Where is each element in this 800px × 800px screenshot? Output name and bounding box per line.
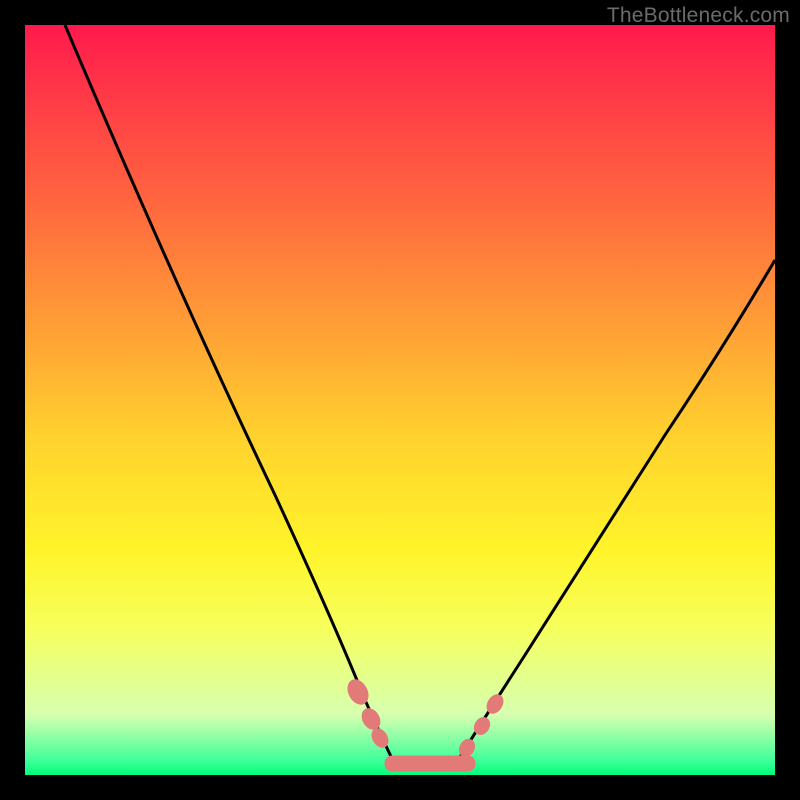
- outer-frame: TheBottleneck.com: [0, 0, 800, 800]
- watermark-text: TheBottleneck.com: [607, 4, 790, 28]
- chart-svg: [25, 25, 775, 775]
- right-curve: [455, 260, 775, 765]
- marker-group: [344, 676, 506, 771]
- plot-area: [25, 25, 775, 775]
- left-curve: [65, 25, 395, 765]
